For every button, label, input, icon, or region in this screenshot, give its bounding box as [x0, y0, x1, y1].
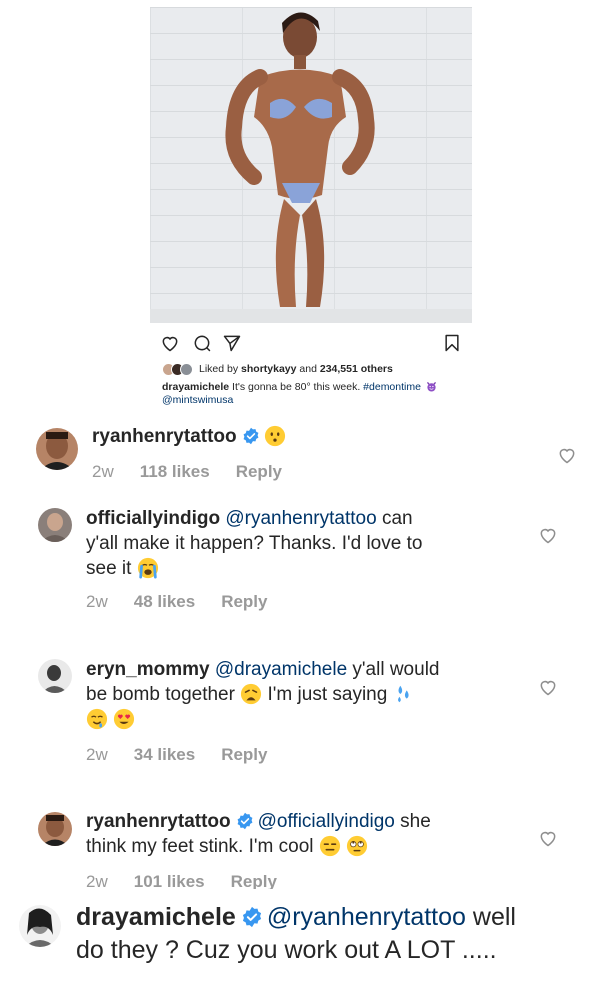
comment-text-line: y'all would — [352, 659, 440, 680]
reply-button[interactable]: Reply — [221, 592, 267, 612]
comment-text-line: can — [381, 508, 413, 529]
liker-avatars — [162, 362, 193, 376]
comment-text: eryn_mommy @drayamichele y'all would be … — [86, 657, 526, 732]
comment-time: 2w — [92, 462, 114, 481]
hushed-face-emoji-icon — [264, 425, 285, 447]
comment-text-line: be bomb together — [86, 684, 235, 705]
paper-plane-icon[interactable] — [222, 333, 242, 353]
comment-bubble-icon[interactable] — [192, 333, 212, 353]
heart-outline-icon[interactable] — [557, 445, 577, 465]
post-caption: drayamichele It's gonna be 80° this week… — [162, 381, 467, 407]
verified-badge-icon — [242, 906, 261, 928]
photo-figure-illustration — [225, 12, 375, 307]
comment-text: drayamichele @ryanhenrytattoo well do the… — [76, 901, 581, 967]
comment-username[interactable]: drayamichele — [76, 903, 236, 931]
comment-mention[interactable]: @drayamichele — [215, 659, 347, 680]
avatar[interactable] — [36, 428, 78, 470]
comment-likes[interactable]: 118 likes — [140, 462, 210, 482]
comment-time: 2w — [86, 745, 108, 764]
comment-username[interactable]: ryanhenrytattoo — [86, 811, 231, 832]
avatar[interactable] — [19, 905, 61, 947]
expressionless-face-emoji-icon — [319, 835, 340, 857]
comment-text: ryanhenrytattoo — [92, 424, 286, 449]
comment-text-line: see it — [86, 558, 132, 579]
loudly-crying-face-emoji-icon — [137, 557, 158, 579]
comment-mention[interactable]: @ryanhenrytattoo — [267, 903, 466, 931]
comment-username[interactable]: ryanhenrytattoo — [92, 426, 237, 447]
liked-by-user[interactable]: shortykayy — [241, 363, 296, 375]
drooling-face-emoji-icon — [86, 708, 108, 730]
reply-button[interactable]: Reply — [231, 872, 277, 889]
liked-by-and: and — [299, 363, 317, 375]
avatar[interactable] — [38, 812, 72, 846]
caption-mention[interactable]: @mintswimusa — [162, 394, 233, 406]
likes-summary[interactable]: Liked by shortykayy and 234,551 others — [162, 361, 393, 377]
heart-outline-icon[interactable] — [538, 677, 558, 697]
comment-text-line: think my feet stink. I'm cool — [86, 836, 314, 857]
comment-mention[interactable]: @officiallyindigo — [258, 811, 395, 832]
bookmark-icon[interactable] — [442, 333, 462, 353]
liked-by-others[interactable]: others — [361, 363, 393, 375]
heart-outline-icon[interactable] — [538, 525, 558, 545]
comment-mention[interactable]: @ryanhenrytattoo — [225, 508, 376, 529]
comment-text: officiallyindigo @ryanhenrytattoo can y'… — [86, 506, 506, 581]
avatar[interactable] — [38, 508, 72, 542]
caption-hashtag[interactable]: #demontime — [363, 381, 421, 393]
comment-meta: 2w 101 likes Reply — [86, 872, 303, 889]
comment-username[interactable]: eryn_mommy — [86, 659, 210, 680]
heart-eyes-emoji-icon — [114, 708, 135, 730]
comment-meta-clip: 2w 101 likes Reply — [0, 864, 600, 889]
comment-time: 2w — [86, 872, 108, 889]
heart-outline-icon[interactable] — [538, 828, 558, 848]
eye-roll-emoji-icon — [346, 835, 368, 857]
comment-time: 2w — [86, 592, 108, 611]
comment-text-line: y'all make it happen? Thanks. I'd love t… — [86, 533, 423, 554]
comment-meta: 2w 48 likes Reply — [86, 592, 293, 612]
comment-text-line: do they ? Cuz you work out A LOT ..... — [76, 936, 497, 964]
comment-likes[interactable]: 101 likes — [134, 872, 205, 889]
heart-outline-icon[interactable] — [160, 333, 180, 353]
reply-button[interactable]: Reply — [221, 745, 267, 765]
verified-badge-icon — [243, 427, 259, 445]
comment-likes[interactable]: 34 likes — [134, 745, 195, 765]
comment-likes[interactable]: 48 likes — [134, 592, 195, 612]
verified-badge-icon — [237, 812, 253, 830]
caption-text: It's gonna be 80° this week. — [232, 381, 361, 393]
comment-text-line: she — [400, 811, 431, 832]
sweat-droplets-emoji-icon — [397, 685, 409, 703]
comment-text-line: I'm just saying — [267, 684, 388, 705]
reply-button[interactable]: Reply — [236, 462, 282, 482]
weary-face-emoji-icon — [241, 683, 262, 705]
comment-text-line: well — [472, 903, 516, 931]
post-photo[interactable] — [150, 7, 472, 323]
comment-username[interactable]: officiallyindigo — [86, 508, 220, 529]
caption-username[interactable]: drayamichele — [162, 381, 229, 393]
comment-text: ryanhenrytattoo @officiallyindigo she thi… — [86, 809, 526, 859]
avatar[interactable] — [38, 659, 72, 693]
comment-meta: 2w 34 likes Reply — [86, 745, 293, 765]
smiling-devil-emoji-icon — [427, 382, 436, 392]
post-action-bar — [160, 333, 462, 353]
liker-avatar — [180, 362, 193, 376]
liked-by-prefix: Liked by — [199, 363, 239, 375]
likes-count[interactable]: 234,551 — [320, 363, 358, 375]
comment-meta: 2w 118 likes Reply — [92, 462, 308, 482]
